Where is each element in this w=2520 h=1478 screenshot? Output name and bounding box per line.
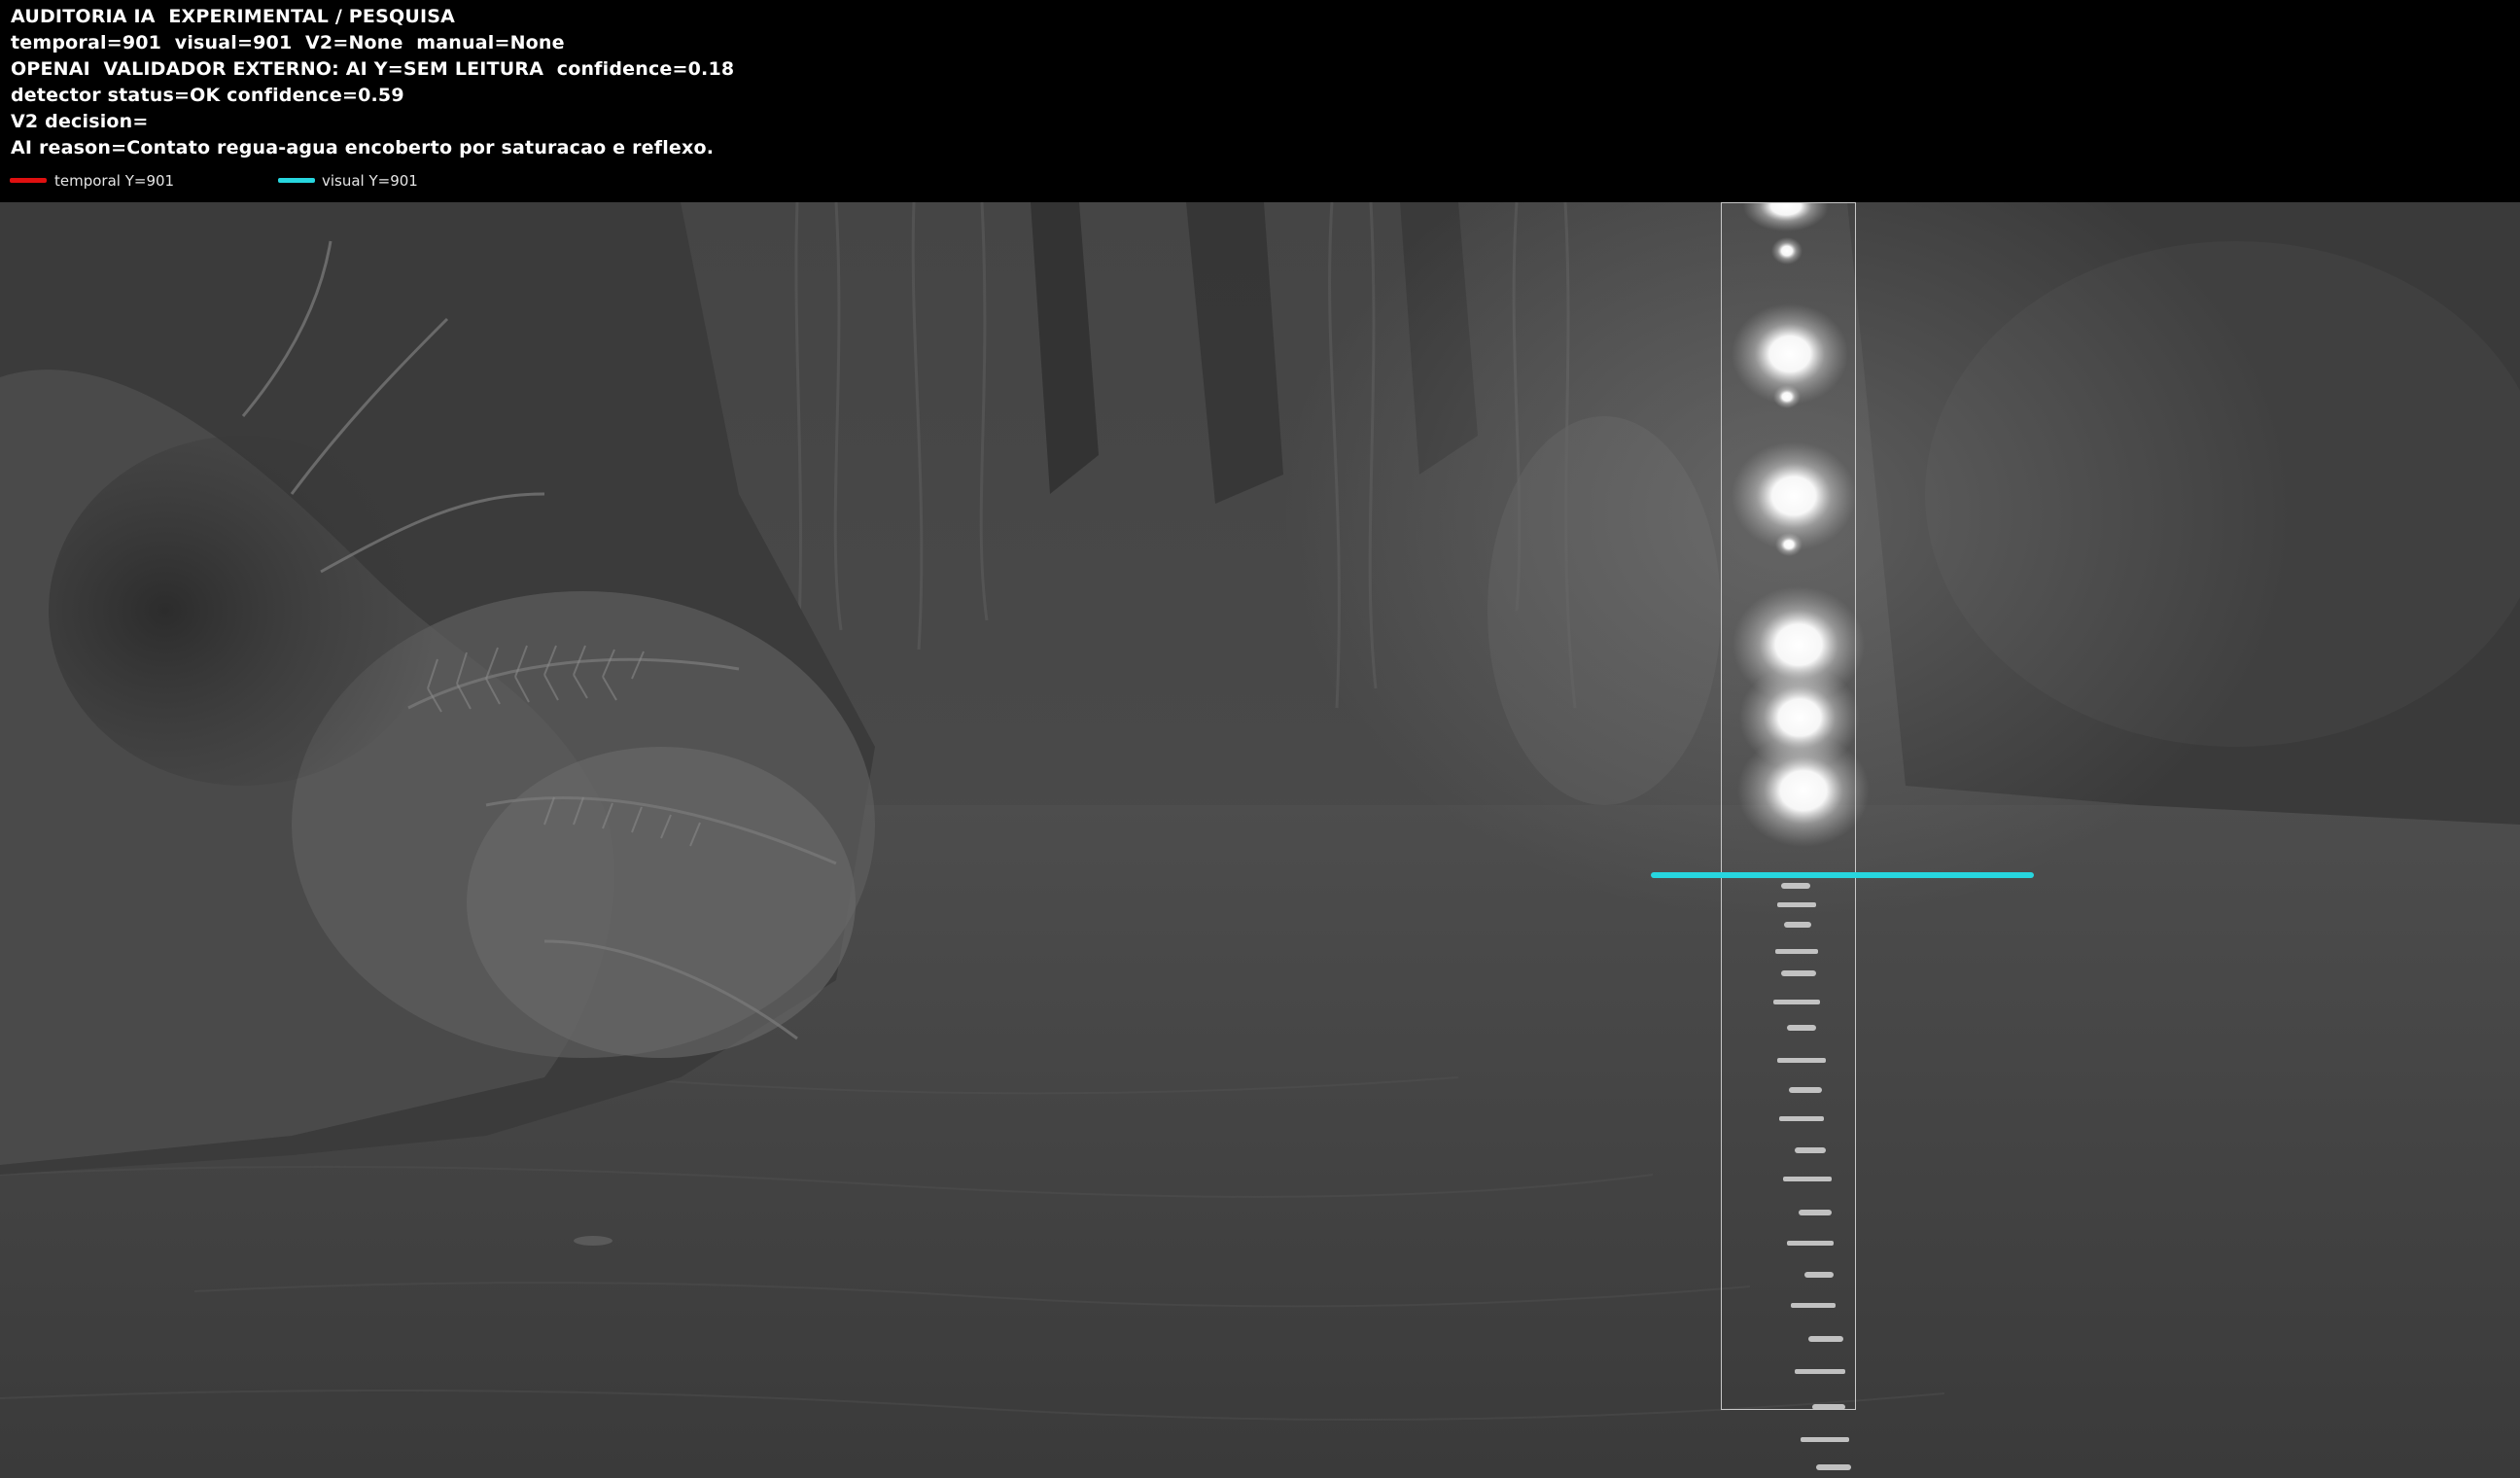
overlay-detector-status: detector status=OK confidence=0.59 xyxy=(11,85,404,106)
water-debris xyxy=(574,1236,612,1246)
legend-visual-swatch xyxy=(278,178,315,183)
camera-frame xyxy=(0,202,2520,1478)
overlay-external-validator: OPENAI VALIDADOR EXTERNO: AI Y=SEM LEITU… xyxy=(11,58,735,80)
gauge-roi-box xyxy=(1721,202,1856,1410)
legend-temporal-swatch xyxy=(10,178,47,183)
audit-overlay-panel: AUDITORIA IA EXPERIMENTAL / PESQUISA tem… xyxy=(0,0,2520,202)
overlay-ai-reason: AI reason=Contato regua-agua encoberto p… xyxy=(11,137,715,158)
overlay-readings: temporal=901 visual=901 V2=None manual=N… xyxy=(11,32,565,53)
overlay-title: AUDITORIA IA EXPERIMENTAL / PESQUISA xyxy=(11,6,456,27)
legend-temporal-label: temporal Y=901 xyxy=(54,172,175,190)
legend-visual-label: visual Y=901 xyxy=(322,172,418,190)
overlay-v2-decision: V2 decision= xyxy=(11,111,149,132)
visual-level-line xyxy=(1651,872,2034,878)
